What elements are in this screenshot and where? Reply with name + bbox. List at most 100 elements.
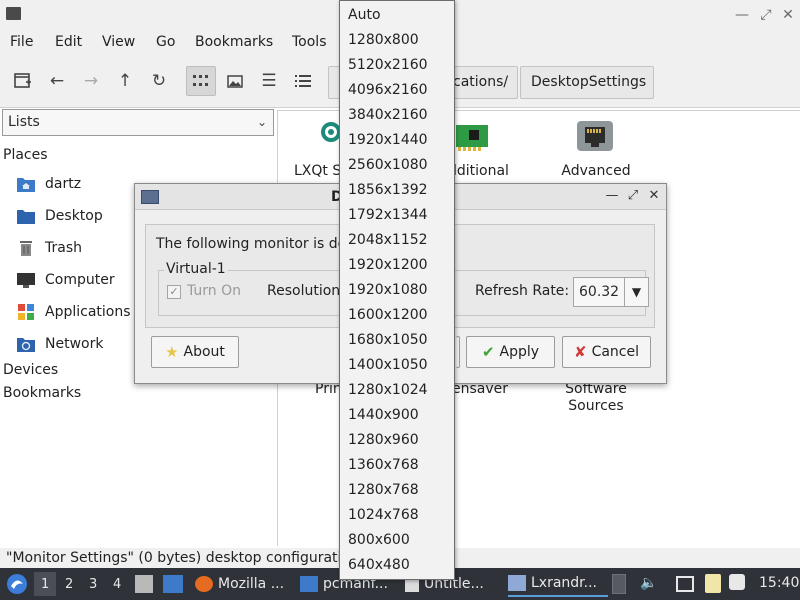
menu-file[interactable]: File (10, 34, 33, 50)
workspace-2[interactable]: 2 (65, 577, 73, 592)
resolution-option[interactable]: 2560x1080 (340, 153, 454, 178)
resolution-option[interactable]: 1600x1200 (340, 303, 454, 328)
cancel-x-icon: ✘ (573, 343, 587, 361)
star-icon: ★ (165, 343, 179, 361)
devices-heading[interactable]: Devices (3, 362, 58, 378)
monitor-icon (508, 575, 526, 591)
sidebar-item-computer[interactable]: Computer (16, 268, 115, 292)
task-mozilla[interactable]: Mozilla ... (195, 571, 295, 597)
clipboard-tray-icon[interactable] (705, 574, 721, 593)
show-desktop-icon[interactable] (135, 575, 153, 593)
resolution-option[interactable]: 640x480 (340, 553, 454, 578)
path-button-desktopsettings[interactable]: DesktopSettings (520, 66, 654, 99)
minimize-button[interactable]: — (731, 4, 753, 26)
resolution-option[interactable]: 800x600 (340, 528, 454, 553)
sidebar-item-label: Computer (45, 272, 115, 288)
folder-icon (300, 576, 318, 592)
scroll-up-icon[interactable] (612, 574, 626, 594)
clock[interactable]: 15:40 (759, 575, 799, 591)
monitor-group-title: Virtual-1 (164, 261, 228, 277)
chevron-down-icon: ⌄ (256, 115, 267, 129)
detailed-view-icon[interactable] (288, 66, 318, 96)
menu-tools[interactable]: Tools (292, 34, 327, 50)
resolution-option[interactable]: 1280x1024 (340, 378, 454, 403)
close-button[interactable]: ✕ (777, 4, 799, 26)
resolution-option[interactable]: 1440x900 (340, 403, 454, 428)
workspace-4[interactable]: 4 (113, 577, 121, 592)
updates-tray-icon[interactable] (729, 574, 745, 590)
resolution-option[interactable]: 2048x1152 (340, 228, 454, 253)
task-lxrandr[interactable]: Lxrandr... (508, 571, 608, 597)
resolution-option[interactable]: 1680x1050 (340, 328, 454, 353)
dialog-message: The following monitor is de (156, 236, 347, 252)
resolution-option[interactable]: 1920x1080 (340, 278, 454, 303)
resolution-option[interactable]: 4096x2160 (340, 78, 454, 103)
resolution-option[interactable]: 1792x1344 (340, 203, 454, 228)
dialog-close-button[interactable]: ✕ (645, 187, 663, 205)
new-tab-icon[interactable] (8, 66, 38, 96)
file-manager-launcher-icon[interactable] (163, 575, 183, 593)
menu-bookmarks[interactable]: Bookmarks (195, 34, 273, 50)
thumbnail-view-icon[interactable] (220, 66, 250, 96)
side-panel-mode-select[interactable]: Lists ⌄ (2, 109, 274, 136)
maximize-button[interactable]: ⤢ (755, 4, 777, 26)
task-label: Mozilla ... (218, 576, 285, 592)
forward-arrow-icon[interactable]: → (76, 66, 106, 96)
sidebar-item-label: Network (45, 336, 104, 352)
workspace-3[interactable]: 3 (89, 577, 97, 592)
resolution-option[interactable]: 1280x960 (340, 428, 454, 453)
network-port-icon[interactable] (576, 119, 614, 153)
dialog-maximize-button[interactable]: ⤢ (624, 187, 642, 205)
dialog-minimize-button[interactable]: — (603, 187, 621, 205)
reload-icon[interactable]: ↻ (144, 66, 174, 96)
resolution-label: Resolution: (267, 283, 345, 299)
refresh-rate-select[interactable]: 60.32 ▼ (573, 277, 649, 307)
cancel-button[interactable]: ✘ Cancel (562, 336, 651, 368)
sidebar-item-dartz[interactable]: dartz (16, 172, 81, 196)
sidebar-item-label: dartz (45, 176, 82, 192)
menu-edit[interactable]: Edit (55, 34, 82, 50)
turn-on-checkbox[interactable]: ✓ (167, 285, 181, 299)
hardware-card-icon[interactable] (456, 123, 490, 151)
workspace-1[interactable]: 1 (41, 577, 49, 592)
resolution-option[interactable]: 1920x1200 (340, 253, 454, 278)
hidden-button-edge (456, 336, 460, 368)
resolution-option[interactable]: 1024x768 (340, 503, 454, 528)
sidebar-item-applications[interactable]: Applications (16, 300, 131, 324)
menu-view[interactable]: View (102, 34, 135, 50)
up-arrow-icon[interactable]: ↑ (110, 66, 140, 96)
icon-view-icon[interactable] (186, 66, 216, 96)
compact-view-icon[interactable]: ☰ (254, 66, 284, 96)
apply-button[interactable]: ✔ Apply (466, 336, 555, 368)
about-button-label: About (183, 344, 225, 360)
resolution-option[interactable]: 1856x1392 (340, 178, 454, 203)
desktop-icon (16, 207, 36, 225)
side-panel-mode-value: Lists (8, 114, 40, 130)
volume-icon[interactable]: 🔈 (640, 575, 657, 591)
resolution-option[interactable]: 1360x768 (340, 453, 454, 478)
sidebar-item-label: Desktop (45, 208, 103, 224)
bookmarks-heading[interactable]: Bookmarks (3, 385, 81, 401)
sidebar-item-label: Trash (45, 240, 82, 256)
menu-go[interactable]: Go (156, 34, 175, 50)
sidebar-item-desktop[interactable]: Desktop (16, 204, 103, 228)
resolution-dropdown-list: Auto 1280x800 5120x2160 4096x2160 3840x2… (339, 0, 455, 580)
resolution-option[interactable]: 1280x800 (340, 28, 454, 53)
resolution-option[interactable]: 3840x2160 (340, 103, 454, 128)
network-tray-icon[interactable] (676, 576, 694, 592)
sidebar-item-trash[interactable]: Trash (16, 236, 82, 260)
start-menu-icon[interactable] (6, 573, 28, 595)
resolution-option[interactable]: Auto (340, 3, 454, 28)
back-arrow-icon[interactable]: ← (42, 66, 72, 96)
resolution-option[interactable]: 1920x1440 (340, 128, 454, 153)
task-label: Lxrandr... (531, 575, 598, 591)
resolution-option[interactable]: 1280x768 (340, 478, 454, 503)
resolution-option[interactable]: 1400x1050 (340, 353, 454, 378)
about-button[interactable]: ★ About (151, 336, 239, 368)
resolution-option[interactable]: 5120x2160 (340, 53, 454, 78)
file-label-advanced[interactable]: Advanced (541, 163, 651, 180)
trash-icon (16, 239, 36, 257)
sidebar-item-network[interactable]: Network (16, 332, 103, 356)
folder-icon (6, 7, 21, 20)
file-label-software-sources[interactable]: Software Sources (541, 381, 651, 415)
